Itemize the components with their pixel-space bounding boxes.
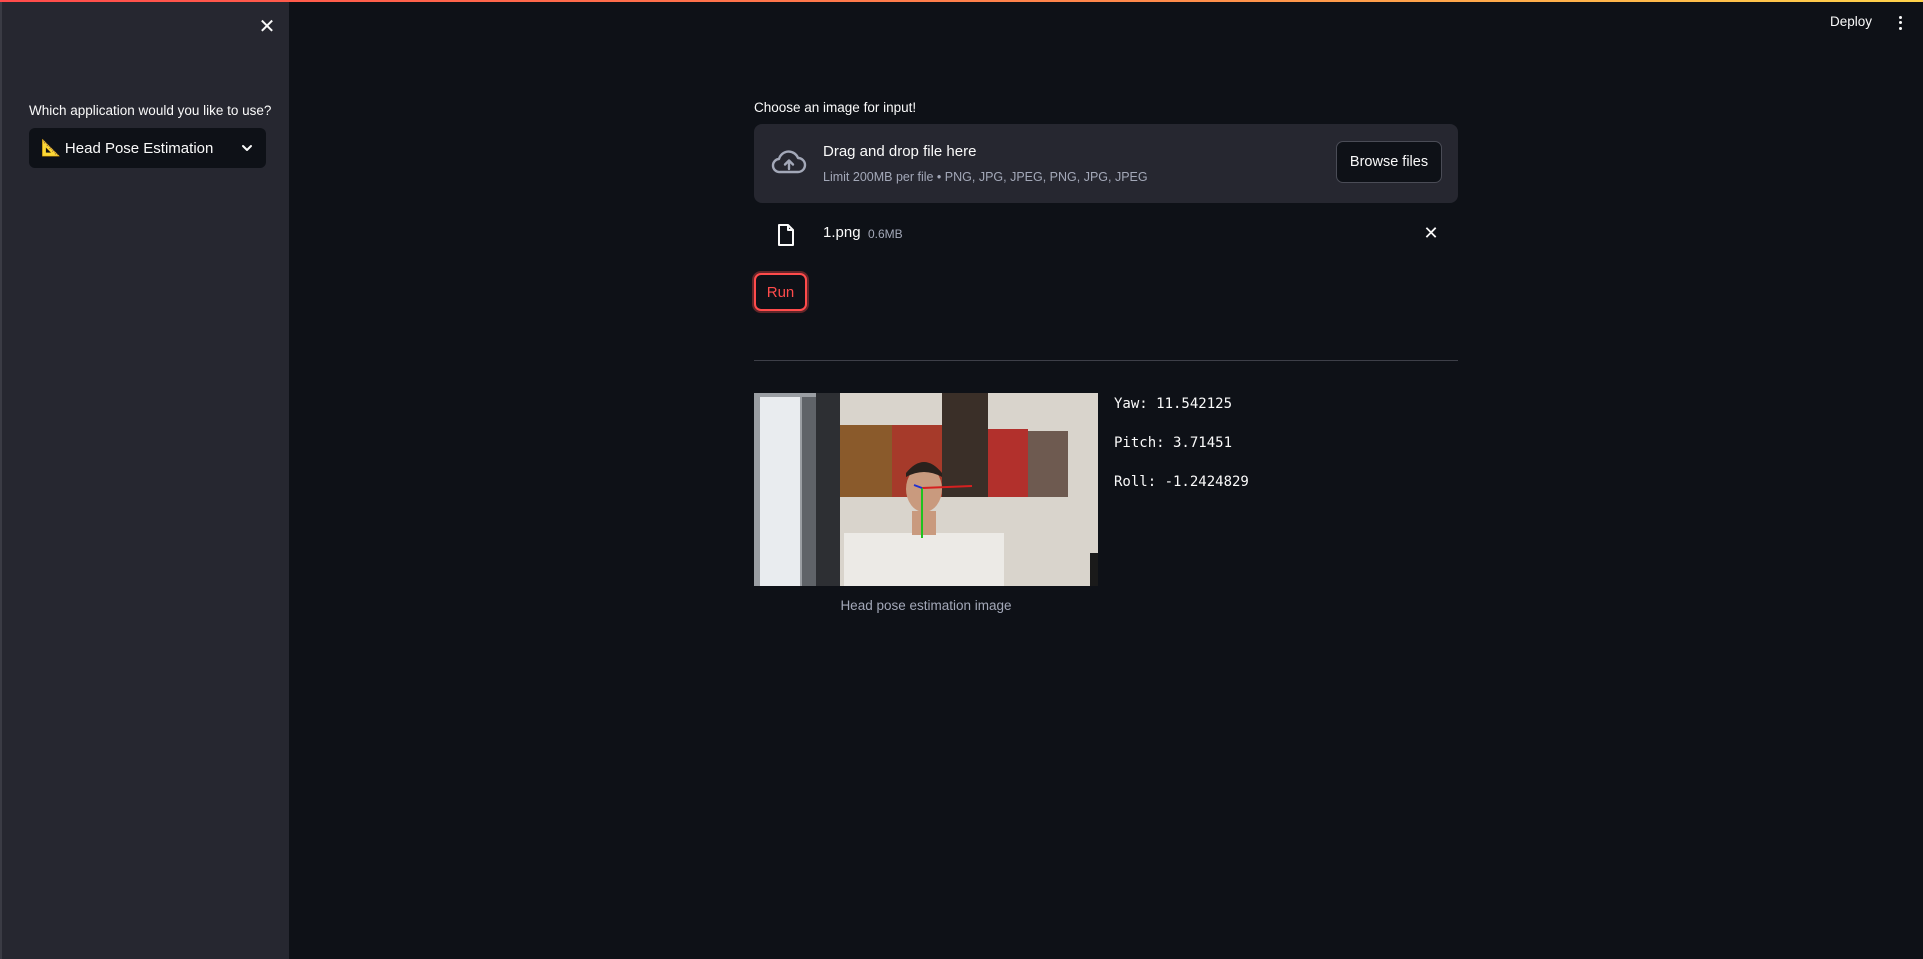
pose-metrics: Yaw: 11.542125 Pitch: 3.71451 Roll: -1.2… bbox=[1114, 396, 1249, 513]
head-pose-result-image bbox=[754, 393, 1098, 586]
yaw-value: Yaw: 11.542125 bbox=[1114, 396, 1233, 412]
menu-dot-icon bbox=[1898, 26, 1902, 30]
triangular-ruler-icon: 📐 bbox=[41, 140, 61, 157]
run-button[interactable]: Run bbox=[754, 273, 807, 311]
uploader-label: Choose an image for input! bbox=[754, 100, 917, 115]
file-size: 0.6MB bbox=[868, 227, 903, 241]
menu-dot-icon bbox=[1898, 15, 1902, 19]
sidebar: ✕ Which application would you like to us… bbox=[0, 2, 289, 959]
divider bbox=[754, 360, 1458, 361]
dropzone-title: Drag and drop file here bbox=[823, 143, 977, 160]
chevron-down-icon bbox=[242, 145, 252, 151]
roll-value: Roll: -1.2424829 bbox=[1114, 474, 1249, 490]
pitch-value: Pitch: 3.71451 bbox=[1114, 435, 1233, 451]
menu-dot-icon bbox=[1898, 21, 1902, 24]
app-select-label: Which application would you like to use? bbox=[29, 103, 272, 118]
app-select-value: Head Pose Estimation bbox=[64, 139, 214, 157]
file-dropzone[interactable]: Drag and drop file here Limit 200MB per … bbox=[754, 124, 1458, 203]
uploaded-file-item: 1.png 0.6MB ✕ bbox=[754, 216, 1458, 252]
image-caption: Head pose estimation image bbox=[840, 598, 1012, 613]
cloud-upload-icon bbox=[771, 150, 807, 174]
deploy-button[interactable]: Deploy bbox=[1830, 14, 1872, 29]
remove-file-button[interactable]: ✕ bbox=[1421, 223, 1441, 243]
app-select[interactable]: 📐 Head Pose Estimation bbox=[29, 128, 266, 168]
dropzone-subtitle: Limit 200MB per file • PNG, JPG, JPEG, P… bbox=[823, 170, 1148, 184]
file-name: 1.png bbox=[823, 224, 861, 241]
close-sidebar-button[interactable]: ✕ bbox=[257, 17, 277, 37]
file-icon bbox=[778, 224, 794, 246]
browse-files-button[interactable]: Browse files bbox=[1336, 141, 1442, 183]
main-menu-button[interactable] bbox=[1894, 13, 1906, 35]
